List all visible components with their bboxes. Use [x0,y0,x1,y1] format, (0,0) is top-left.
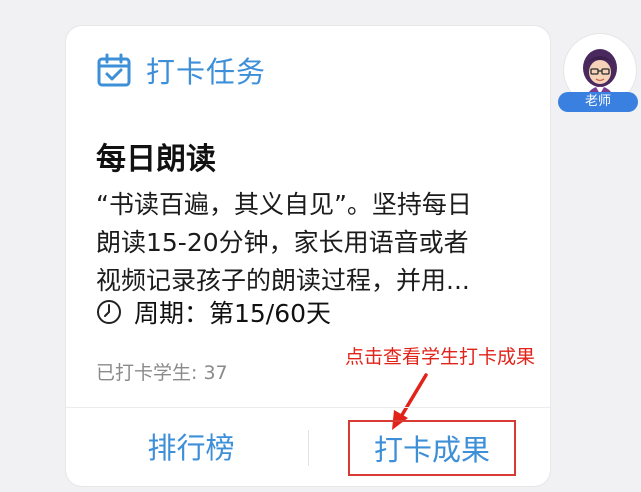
task-description: “书读百遍，其义自见”。坚持每日 朗读15-20分钟，家长用语音或者 视频记录孩… [96,186,526,300]
task-header: 打卡任务 [96,52,267,89]
task-period: 周期：第15/60天 [96,294,331,330]
actions-divider [66,407,550,408]
period-text: 周期：第15/60天 [134,299,332,328]
description-line: “书读百遍，其义自见”。坚持每日 [96,190,472,219]
teacher-avatar[interactable]: 老师 [558,34,638,114]
annotation-hint: 点击查看学生打卡成果 [345,346,536,368]
check-in-results-button[interactable]: 打卡成果 [348,420,516,476]
checked-in-count: 已打卡学生: 37 [96,362,228,384]
task-header-label: 打卡任务 [146,55,267,89]
description-line: 朗读15-20分钟，家长用语音或者 [96,228,469,257]
leaderboard-button[interactable]: 排行榜 [116,426,266,470]
teacher-badge: 老师 [558,92,638,112]
actions-separator [308,430,309,466]
clock-icon [97,300,121,324]
task-card[interactable]: 打卡任务 每日朗读 “书读百遍，其义自见”。坚持每日 朗读15-20分钟，家长用… [66,26,550,486]
task-title: 每日朗读 [96,142,216,177]
calendar-check-icon [97,53,131,87]
